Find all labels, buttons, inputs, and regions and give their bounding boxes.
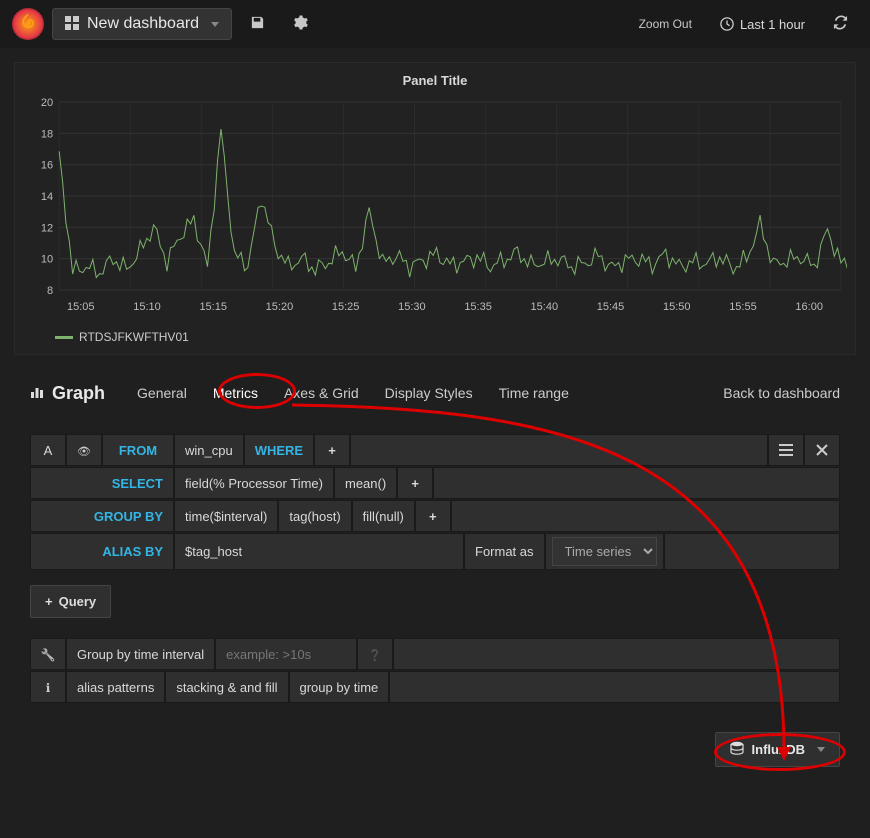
top-bar: New dashboard Zoom Out Last 1 hour xyxy=(0,0,870,48)
query-row-aliasby: ALIAS BY $tag_host Format as Time series xyxy=(30,533,840,570)
alias-patterns-link[interactable]: alias patterns xyxy=(66,671,165,703)
svg-text:20: 20 xyxy=(41,97,53,109)
stacking-fill-link[interactable]: stacking & and fill xyxy=(165,671,288,703)
query-row-groupby: GROUP BY time($interval) tag(host) fill(… xyxy=(30,500,840,532)
settings-button[interactable] xyxy=(283,9,318,40)
query-row-spacer xyxy=(350,434,768,466)
group-by-interval-input[interactable] xyxy=(226,647,346,662)
dashboard-title: New dashboard xyxy=(87,15,199,33)
legend-series-name: RTDSJFKWFTHV01 xyxy=(79,330,189,344)
query-menu-button[interactable] xyxy=(768,434,804,466)
grafana-logo-icon[interactable] xyxy=(12,8,44,40)
graph-panel: Panel Title 8 10 12 14 16 18 20 15:0515:1015:1… xyxy=(14,62,856,355)
chevron-down-icon xyxy=(211,22,219,27)
tab-display-styles[interactable]: Display Styles xyxy=(383,381,475,405)
tab-axes-grid[interactable]: Axes & Grid xyxy=(282,381,361,405)
x-axis-ticks: 15:0515:1015:1515:2015:2515:3015:3515:40… xyxy=(23,299,847,313)
group-by-time-link[interactable]: group by time xyxy=(289,671,390,703)
where-add-button[interactable]: + xyxy=(314,434,350,466)
plus-icon: + xyxy=(411,476,419,491)
datasource-picker-button[interactable]: InfluxDB xyxy=(715,732,840,767)
add-query-button[interactable]: + Query xyxy=(30,585,111,618)
svg-text:12: 12 xyxy=(41,222,53,234)
select-aggregation[interactable]: mean() xyxy=(334,467,397,499)
database-icon xyxy=(730,741,744,758)
legend-color-swatch xyxy=(55,336,73,339)
tab-metrics[interactable]: Metrics xyxy=(211,381,260,405)
query-row-select: SELECT field(% Processor Time) mean() + xyxy=(30,467,840,499)
wrench-icon xyxy=(41,647,56,662)
panel-type-label: Graph xyxy=(30,383,105,404)
eye-icon xyxy=(77,443,91,458)
panel-editor: Graph General Metrics Axes & Grid Displa… xyxy=(14,369,856,783)
chart-area[interactable]: 8 10 12 14 16 18 20 15:0515:1015:1515:2015:251… xyxy=(15,92,855,322)
where-keyword[interactable]: WHERE xyxy=(244,434,314,466)
group-by-interval-help[interactable] xyxy=(357,638,393,670)
groupby-time[interactable]: time($interval) xyxy=(174,500,278,532)
group-by-interval-label: Group by time interval xyxy=(66,638,215,670)
plus-icon: + xyxy=(45,594,53,609)
chart-legend[interactable]: RTDSJFKWFTHV01 xyxy=(15,322,855,354)
select-keyword[interactable]: SELECT xyxy=(30,467,174,499)
aliasby-value[interactable]: $tag_host xyxy=(174,533,464,570)
select-add-button[interactable]: + xyxy=(397,467,433,499)
toggle-query-visibility[interactable] xyxy=(66,434,102,466)
dashboard-picker-button[interactable]: New dashboard xyxy=(52,8,232,40)
editor-header: Graph General Metrics Axes & Grid Displa… xyxy=(14,369,856,418)
query-row-from: A FROM win_cpu WHERE + xyxy=(30,434,840,466)
aliasby-keyword[interactable]: ALIAS BY xyxy=(30,533,174,570)
from-measurement[interactable]: win_cpu xyxy=(174,434,244,466)
svg-text:14: 14 xyxy=(41,191,53,203)
select-field[interactable]: field(% Processor Time) xyxy=(174,467,334,499)
plus-icon: + xyxy=(429,509,437,524)
panel-title: Panel Title xyxy=(15,63,855,92)
zoom-out-button[interactable]: Zoom Out xyxy=(629,11,702,37)
groupby-tag[interactable]: tag(host) xyxy=(278,500,351,532)
groupby-fill[interactable]: fill(null) xyxy=(352,500,415,532)
svg-text:10: 10 xyxy=(41,254,53,266)
time-range-picker[interactable]: Last 1 hour xyxy=(710,11,815,38)
save-button[interactable] xyxy=(240,9,275,40)
from-keyword[interactable]: FROM xyxy=(102,434,174,466)
help-icon xyxy=(368,647,382,662)
line-chart: 8 10 12 14 16 18 20 xyxy=(23,96,847,296)
format-as-cell: Time series xyxy=(545,533,664,570)
bar-chart-icon xyxy=(30,383,44,404)
info-cell[interactable] xyxy=(30,671,66,703)
back-to-dashboard-link[interactable]: Back to dashboard xyxy=(723,385,840,401)
help-links-row: alias patterns stacking & and fill group… xyxy=(30,671,840,703)
groupby-add-button[interactable]: + xyxy=(415,500,451,532)
refresh-button[interactable] xyxy=(823,9,858,40)
svg-text:16: 16 xyxy=(41,160,53,172)
dashboard-grid-icon xyxy=(65,16,79,33)
chevron-down-icon xyxy=(817,747,825,752)
query-remove-button[interactable] xyxy=(804,434,840,466)
tab-time-range[interactable]: Time range xyxy=(497,381,571,405)
datasource-label: InfluxDB xyxy=(752,742,805,757)
time-range-label: Last 1 hour xyxy=(740,17,805,32)
info-icon xyxy=(46,680,51,695)
query-editor: A FROM win_cpu WHERE + SELECT field(% Pr… xyxy=(14,418,856,712)
format-as-select[interactable]: Time series xyxy=(552,537,657,566)
editor-tabs: General Metrics Axes & Grid Display Styl… xyxy=(135,381,571,405)
groupby-keyword[interactable]: GROUP BY xyxy=(30,500,174,532)
format-as-label: Format as xyxy=(464,533,545,570)
group-by-interval-row: Group by time interval xyxy=(30,638,840,670)
group-by-interval-input-cell xyxy=(215,638,357,670)
datasource-row: InfluxDB xyxy=(14,712,856,783)
wrench-cell[interactable] xyxy=(30,638,66,670)
query-row-id[interactable]: A xyxy=(30,434,66,466)
plus-icon: + xyxy=(328,443,336,458)
tab-general[interactable]: General xyxy=(135,381,189,405)
clock-icon xyxy=(720,17,734,31)
svg-text:18: 18 xyxy=(41,128,53,140)
svg-text:8: 8 xyxy=(47,285,53,296)
